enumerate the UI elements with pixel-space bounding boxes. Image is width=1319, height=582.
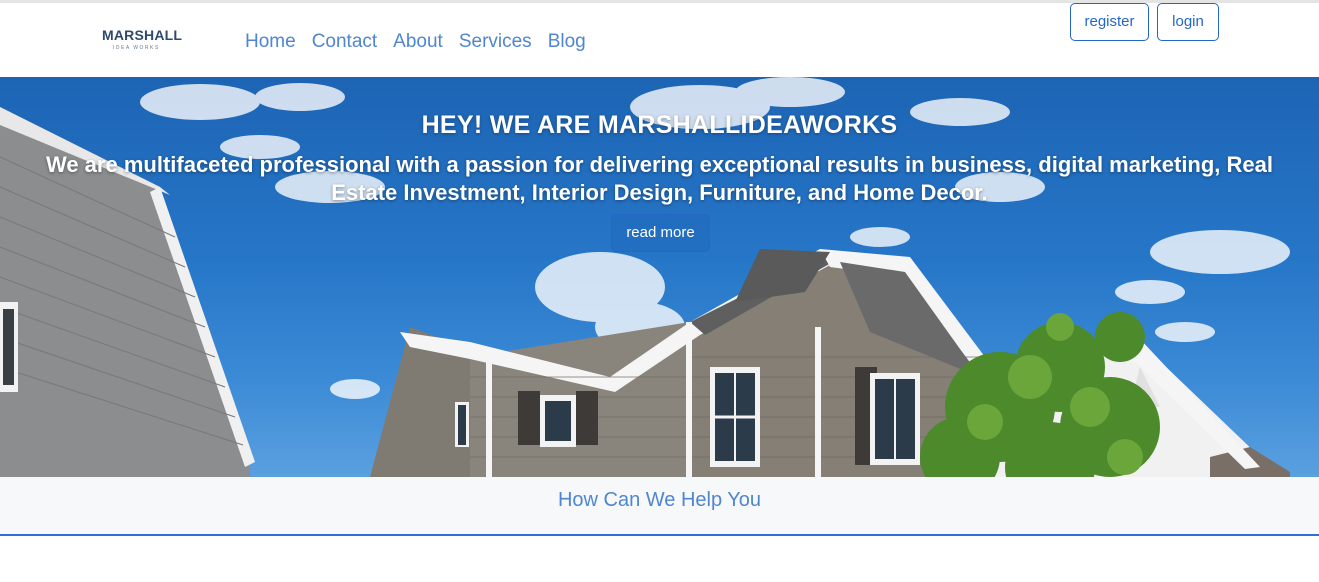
hero-banner: HEY! WE ARE MARSHALLIDEAWORKS We are mul…: [0, 77, 1319, 477]
nav-link-home[interactable]: Home: [245, 30, 296, 54]
hero-description: We are multifaceted professional with a …: [45, 152, 1274, 205]
page: MARSHALL IDEA WORKS Home Contact About S…: [0, 0, 1319, 582]
logo-main-text: MARSHALL: [102, 27, 183, 43]
help-section: How Can We Help You: [0, 477, 1319, 536]
read-more-button[interactable]: read more: [611, 214, 710, 252]
nav-link-contact[interactable]: Contact: [312, 30, 377, 54]
navbar: MARSHALL IDEA WORKS Home Contact About S…: [0, 3, 1319, 77]
nav-link-about[interactable]: About: [393, 30, 443, 54]
login-button[interactable]: login: [1157, 3, 1219, 41]
logo-sub-text: IDEA WORKS: [113, 45, 160, 51]
help-heading: How Can We Help You: [557, 489, 762, 511]
nav-link-blog[interactable]: Blog: [548, 30, 586, 54]
nav-link-services[interactable]: Services: [459, 30, 532, 54]
hero-title: HEY! WE ARE MARSHALLIDEAWORKS: [421, 111, 898, 139]
brand-logo[interactable]: MARSHALL IDEA WORKS: [102, 27, 182, 57]
nav-links: Home Contact About Services Blog: [245, 30, 586, 54]
register-button[interactable]: register: [1070, 3, 1149, 41]
